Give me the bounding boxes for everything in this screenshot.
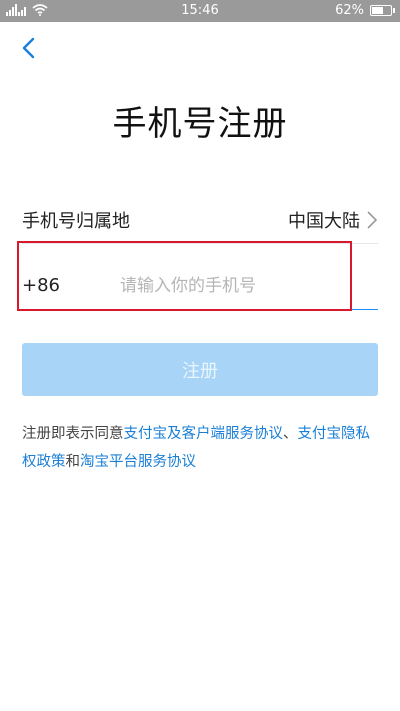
region-value: 中国大陆 (288, 210, 360, 232)
agreement-prefix: 注册即表示同意 (22, 426, 124, 442)
page-title: 手机号注册 (112, 104, 288, 144)
status-right: 62% (335, 3, 395, 18)
agreement-separator: 、 (283, 426, 298, 442)
status-bar: 15:46 62% (0, 0, 400, 22)
register-button[interactable]: 注册 (22, 343, 378, 396)
country-code[interactable]: +86 (22, 275, 120, 296)
region-selector[interactable]: 手机号归属地 中国大陆 (22, 196, 378, 244)
agreement-conjunction: 和 (65, 454, 81, 470)
battery-percent: 62% (335, 3, 364, 18)
back-button[interactable] (14, 34, 42, 62)
chevron-right-icon (367, 210, 378, 229)
agreement-link-taobao[interactable]: 淘宝平台服务协议 (80, 454, 196, 470)
region-value-group: 中国大陆 (288, 207, 378, 233)
agreement-link-client-service[interactable]: 支付宝及客户端服务协议 (124, 426, 284, 442)
battery-fill (372, 7, 383, 14)
agreement-text: 注册即表示同意支付宝及客户端服务协议、支付宝隐私权政策和淘宝平台服务协议 (22, 420, 378, 476)
phone-row: +86 (22, 262, 378, 310)
phone-input[interactable] (120, 275, 378, 296)
region-label: 手机号归属地 (22, 210, 130, 232)
battery-icon (370, 5, 395, 16)
back-chevron-icon (22, 37, 35, 59)
